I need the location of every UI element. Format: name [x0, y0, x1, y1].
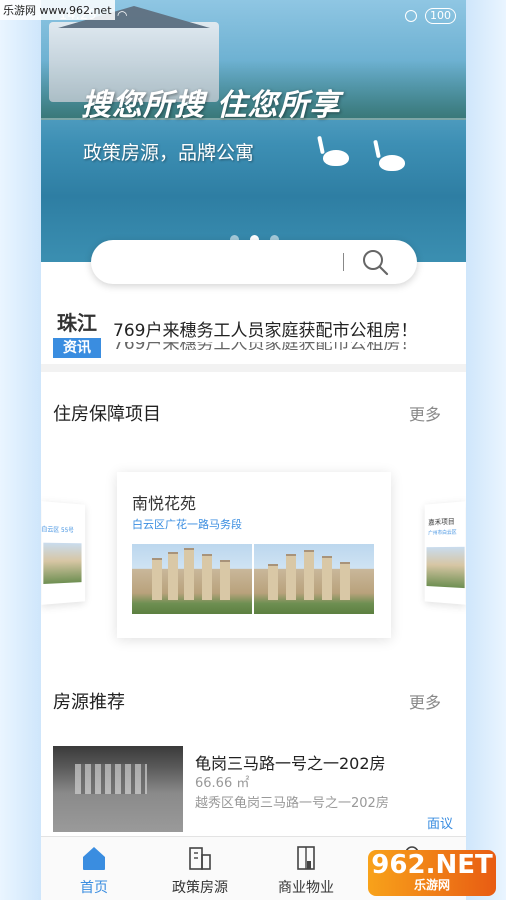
listing-address: 越秀区龟岗三马路一号之一202房 — [195, 796, 389, 811]
listing-price: 面议 — [427, 817, 454, 832]
site-logo: 962.NET 乐游网 — [368, 850, 496, 896]
left-frame — [0, 0, 41, 900]
search-icon[interactable] — [361, 248, 389, 276]
wifi-icon: ◠ — [117, 8, 128, 22]
tab-commercial[interactable]: 商业物业 — [253, 837, 359, 900]
carousel-dots — [230, 229, 285, 244]
listings-section-title: 房源推荐 — [53, 692, 125, 713]
project-next-address: 广州市白云区 — [428, 529, 457, 537]
phone-screen: 搜您所搜 住您所享 政策房源，品牌公寓 14:29 ◠ 100 珠江 资讯 — [41, 0, 466, 900]
project-next-name: 嘉禾项目 — [428, 517, 455, 527]
tab-label: 政策房源 — [172, 880, 228, 896]
news-headline[interactable]: 769户来穗务工人员家庭获配市公租房！ — [113, 316, 417, 341]
swan-neck-icon — [317, 135, 325, 155]
project-card-prev[interactable]: 白云区 55号 — [41, 501, 86, 605]
housing-section-title: 住房保障项目 — [53, 404, 161, 425]
project-photo — [254, 544, 374, 614]
lock-icon — [405, 10, 417, 22]
site-logo-sub: 乐游网 — [413, 878, 450, 892]
tab-policy-housing[interactable]: 政策房源 — [147, 837, 253, 900]
site-logo-main: 962.NET — [371, 850, 493, 880]
tab-label: 商业物业 — [278, 880, 334, 896]
listing-title[interactable]: 龟岗三马路一号之一202房 — [195, 750, 386, 774]
watermark: 乐游网 www.962.net — [0, 0, 115, 20]
search-input[interactable] — [109, 248, 333, 278]
project-prev-address: 白云区 55号 — [41, 526, 74, 535]
section-divider — [41, 364, 466, 372]
listing-photo[interactable] — [53, 746, 183, 832]
banner-subslogan: 政策房源，品牌公寓 — [83, 142, 255, 164]
news-ticker[interactable]: 珠江 资讯 769户来穗务工人员家庭获配市公租房！ 769户来穗务工人员家庭获配… — [41, 300, 466, 362]
swan-neck-icon — [373, 139, 381, 159]
tab-label: 首页 — [80, 880, 108, 896]
swan-icon — [323, 150, 349, 166]
listing-area: 66.66 ㎡ — [195, 776, 250, 791]
project-next-photo — [426, 546, 465, 589]
banner-slogan: 搜您所搜 住您所享 — [81, 88, 341, 123]
swan-icon — [379, 155, 405, 171]
news-next-headline: 769户来穗务工人员家庭获配市公租房！ — [113, 342, 433, 350]
project-photo — [132, 544, 252, 614]
building-icon — [189, 847, 211, 870]
project-prev-photo — [43, 542, 82, 585]
search-divider — [343, 253, 344, 271]
project-name: 南悦花苑 — [132, 494, 197, 513]
news-logo: 珠江 资讯 — [53, 310, 101, 358]
tab-home[interactable]: 首页 — [41, 837, 147, 900]
project-card-next[interactable]: 嘉禾项目 广州市白云区 — [424, 501, 466, 605]
news-logo-top: 珠江 — [57, 311, 97, 335]
battery-indicator: 100 — [425, 8, 456, 24]
news-logo-bottom: 资讯 — [53, 338, 101, 358]
project-address: 白云区广花一路马务段 — [132, 518, 242, 531]
office-icon — [297, 846, 315, 870]
hero-banner[interactable]: 搜您所搜 住您所享 政策房源，品牌公寓 14:29 ◠ 100 — [41, 0, 466, 262]
listings-more-link[interactable]: 更多 — [409, 689, 441, 713]
right-frame — [466, 0, 506, 900]
home-icon — [83, 847, 105, 870]
housing-more-link[interactable]: 更多 — [409, 401, 441, 425]
project-card[interactable]: 南悦花苑 白云区广花一路马务段 — [117, 472, 391, 638]
search-bar[interactable] — [91, 240, 417, 284]
